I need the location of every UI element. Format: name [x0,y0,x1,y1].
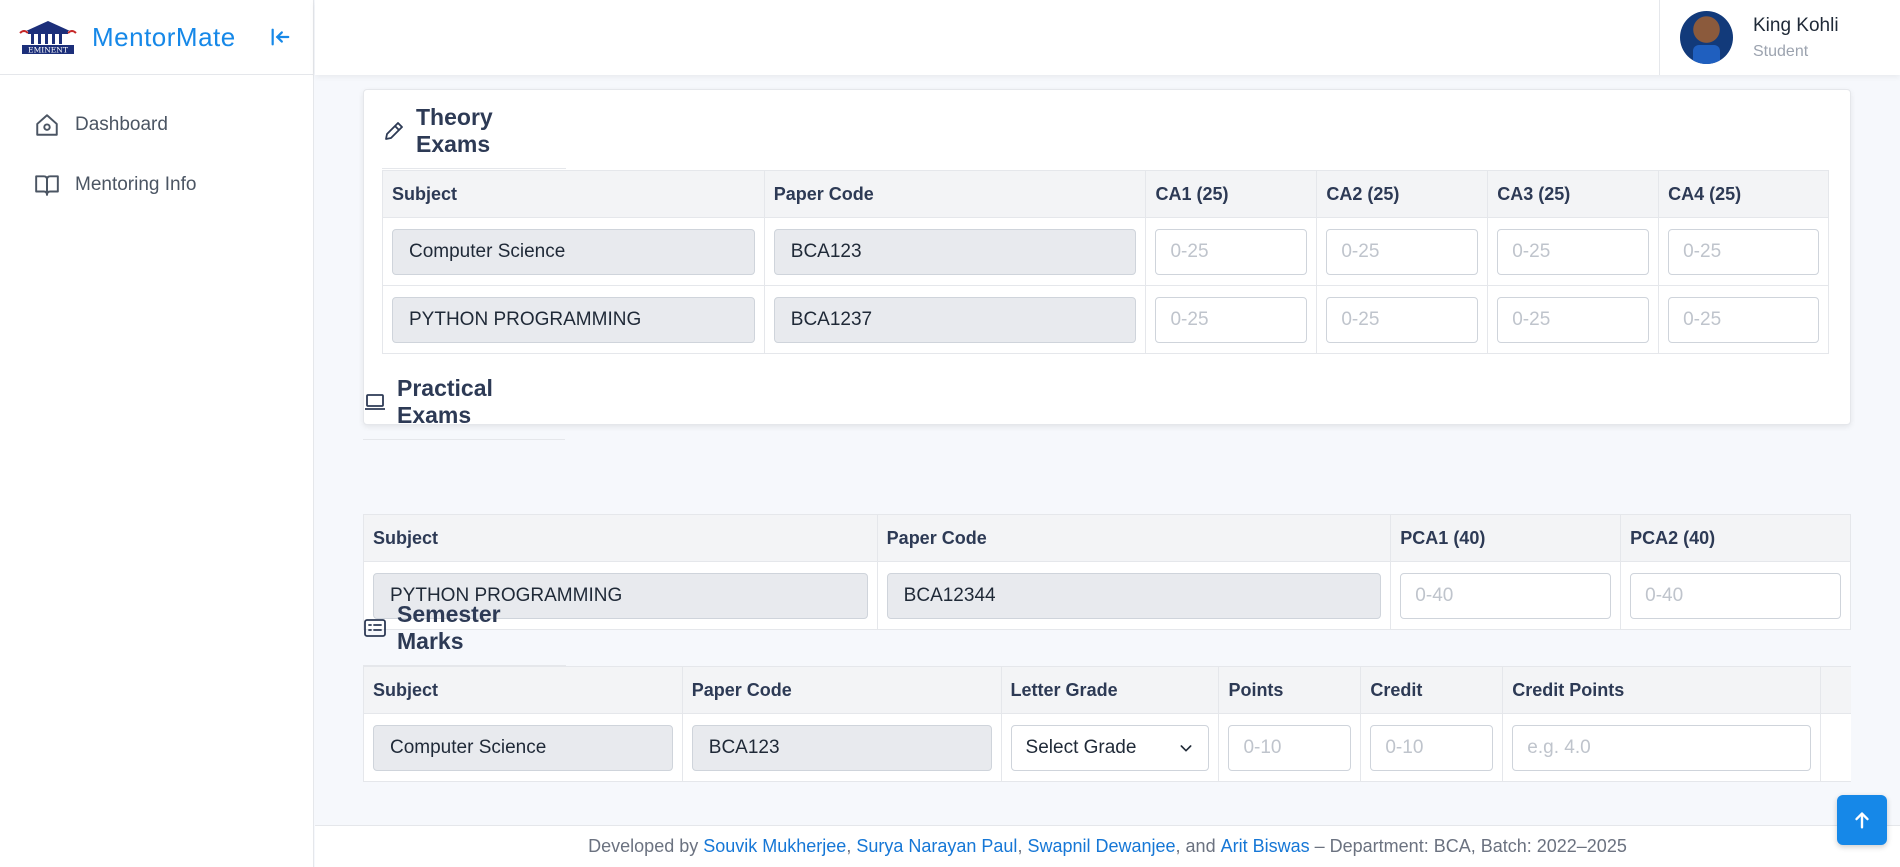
semester-table-scroll[interactable]: Subject Paper Code Letter Grade Points C… [363,666,1851,825]
sidebar-item-dashboard[interactable]: Dashboard [0,95,313,155]
section-title-text: Theory Exams [416,104,493,157]
sidebar: EMINENT MentorMate Dashboard Mentoring I… [0,0,314,867]
column-header: CA3 (25) [1487,170,1660,218]
table-header-row: Subject Paper Code CA1 (25) CA2 (25) CA3… [382,170,1829,218]
theory-exams-title: Theory Exams [382,104,566,169]
ca2-input[interactable]: 0-25 [1326,296,1479,343]
practical-exams-title: Practical Exams [363,375,565,440]
points-input[interactable]: 0-10 [1228,724,1352,771]
table-header-row: Subject Paper Code PCA1 (40) PCA2 (40) [363,514,1851,562]
ca4-input[interactable]: 0-25 [1668,296,1819,343]
developer-link[interactable]: Arit Biswas [1221,836,1310,857]
column-header: CA2 (25) [1316,170,1489,218]
sidebar-item-label: Mentoring Info [75,174,197,195]
paper-code-field: BCA12344 [886,572,1382,619]
section-title-text: Semester Marks [397,601,501,654]
developer-link[interactable]: Souvik Mukherjee [703,836,846,857]
app-title: MentorMate [92,21,236,52]
footer-prefix: Developed by [588,836,699,856]
theory-exams-card: Theory Exams Subject Paper Code CA1 (25)… [363,89,1851,425]
letter-grade-select[interactable]: Select Grade [1010,724,1210,771]
credit-points-input[interactable]: e.g. 4.0 [1512,724,1812,771]
user-profile[interactable]: King Kohli Student [1659,0,1900,75]
ca1-input[interactable]: 0-25 [1155,228,1308,275]
column-header: Credit Points [1502,666,1822,714]
section-title-text: Practical Exams [397,375,493,428]
subject-field: PYTHON PROGRAMMING [392,296,755,343]
pencil-icon [382,119,406,143]
subject-field: Computer Science [373,724,673,771]
semester-marks-title: Semester Marks [363,601,566,666]
column-header [1820,666,1851,714]
brand: EMINENT MentorMate [0,0,313,75]
top-header: King Kohli Student [315,0,1900,75]
column-header: Subject [382,170,765,218]
user-role: Student [1753,42,1809,60]
ca2-input[interactable]: 0-25 [1326,228,1479,275]
avatar [1680,11,1733,64]
column-header: Subject [363,514,878,562]
column-header: Credit [1360,666,1504,714]
footer-and: , and [1175,836,1216,856]
column-header: PCA2 (40) [1620,514,1851,562]
pca1-input[interactable]: 0-40 [1400,572,1612,619]
column-header: Paper Code [876,514,1392,562]
table-header-row: Subject Paper Code Letter Grade Points C… [363,666,1851,714]
chevron-down-icon [1180,744,1192,752]
practical-exams-table: Subject Paper Code PCA1 (40) PCA2 (40) P… [363,514,1851,630]
paper-code-field: BCA123 [773,228,1137,275]
laptop-icon [363,390,387,414]
arrow-up-icon [1855,812,1869,829]
credit-input[interactable]: 0-10 [1370,724,1494,771]
sidebar-nav: Dashboard Mentoring Info [0,75,313,215]
sidebar-item-label: Dashboard [75,114,168,135]
college-logo-icon: EMINENT [19,21,77,55]
ca3-input[interactable]: 0-25 [1497,296,1650,343]
home-icon [33,111,61,139]
paper-code-field: BCA123 [691,724,992,771]
book-icon [33,171,61,199]
column-header: PCA1 (40) [1390,514,1622,562]
column-header: Letter Grade [1000,666,1220,714]
sidebar-item-mentoring-info[interactable]: Mentoring Info [0,155,313,215]
developer-link[interactable]: Swapnil Dewanjee [1027,836,1175,857]
column-header: Subject [363,666,683,714]
developer-link[interactable]: Surya Narayan Paul [856,836,1017,857]
column-header: Paper Code [681,666,1002,714]
pca2-input[interactable]: 0-40 [1630,572,1841,619]
ca3-input[interactable]: 0-25 [1497,228,1650,275]
table-row: Computer Science BCA123 0-25 0-25 0-25 0… [382,217,1829,286]
main-content: Theory Exams Subject Paper Code CA1 (25)… [315,75,1900,825]
scroll-to-top-button[interactable] [1837,795,1887,845]
column-header: Paper Code [763,170,1147,218]
theory-exams-table: Subject Paper Code CA1 (25) CA2 (25) CA3… [382,170,1829,354]
letter-grade-value: Select Grade [1025,736,1137,758]
collapse-sidebar-icon[interactable] [268,25,292,49]
paper-code-field: BCA1237 [773,296,1137,343]
ca1-input[interactable]: 0-25 [1155,296,1308,343]
footer-suffix: – Department: BCA, Batch: 2022–2025 [1314,836,1627,856]
table-row: Computer Science BCA123 Select Grade 0-1… [363,713,1851,782]
column-header: CA1 (25) [1145,170,1318,218]
subject-field: Computer Science [392,228,755,275]
table-row: PYTHON PROGRAMMING BCA1237 0-25 0-25 0-2… [382,285,1829,354]
id-card-icon [363,616,387,640]
semester-marks-table: Subject Paper Code Letter Grade Points C… [363,666,1851,782]
ca4-input[interactable]: 0-25 [1668,228,1819,275]
column-header: CA4 (25) [1658,170,1829,218]
svg-text:EMINENT: EMINENT [28,46,68,55]
table-row: PYTHON PROGRAMMING BCA12344 0-40 0-40 [363,561,1851,630]
user-name: King Kohli [1753,14,1839,36]
footer: Developed by Souvik Mukherjee, Surya Nar… [315,825,1900,867]
column-header: Points [1218,666,1362,714]
